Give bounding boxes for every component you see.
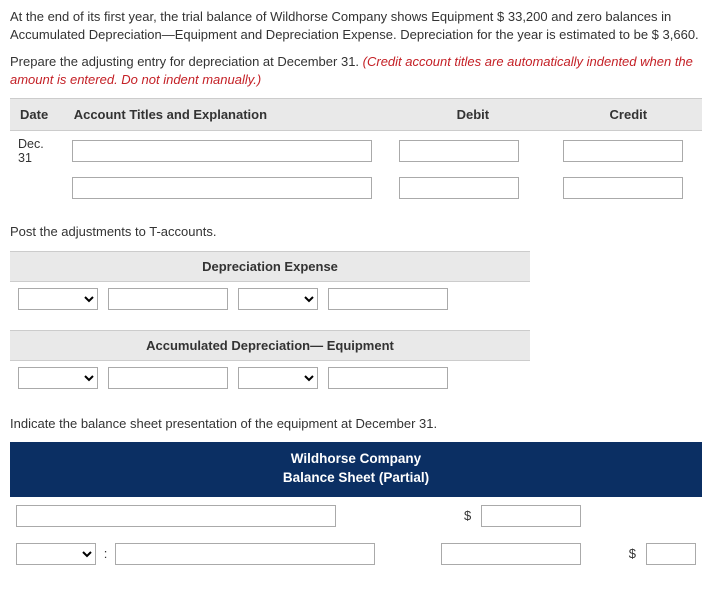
balance-sheet: Wildhorse Company Balance Sheet (Partial… — [10, 442, 702, 572]
bs-dollar-2: $ — [627, 546, 638, 561]
taccount-2: Accumulated Depreciation— Equipment — [10, 330, 530, 395]
je-row-2 — [10, 171, 702, 205]
bs-line2-label-input[interactable] — [115, 543, 374, 565]
taccount-1: Depreciation Expense — [10, 251, 530, 316]
intro-paragraph-2: Prepare the adjusting entry for deprecia… — [10, 53, 702, 88]
taccounts-intro: Post the adjustments to T-accounts. — [10, 223, 702, 241]
taccount-1-title: Depreciation Expense — [10, 251, 530, 282]
taccount-2-left-select[interactable] — [18, 367, 98, 389]
bs-colon: : — [104, 546, 108, 561]
balance-sheet-header: Wildhorse Company Balance Sheet (Partial… — [10, 442, 702, 496]
taccount-1-right-value[interactable] — [328, 288, 448, 310]
je-credit-input-1[interactable] — [563, 140, 683, 162]
taccount-1-right-select[interactable] — [238, 288, 318, 310]
bs-row-2: : $ — [10, 535, 702, 573]
bs-line2-select[interactable] — [16, 543, 96, 565]
bs-header-line1: Wildhorse Company — [10, 450, 702, 468]
taccount-1-left-value[interactable] — [108, 288, 228, 310]
bs-line1-label-input[interactable] — [16, 505, 336, 527]
bs-row-1: $ — [10, 497, 702, 535]
je-debit-input-2[interactable] — [399, 177, 519, 199]
taccount-2-title: Accumulated Depreciation— Equipment — [10, 330, 530, 361]
je-account-input-2[interactable] — [72, 177, 372, 199]
intro-paragraph-1: At the end of its first year, the trial … — [10, 8, 702, 43]
bs-header-line2: Balance Sheet (Partial) — [10, 469, 702, 487]
taccount-2-left-value[interactable] — [108, 367, 228, 389]
je-header-date: Date — [10, 99, 64, 131]
journal-entry-table: Date Account Titles and Explanation Debi… — [10, 98, 702, 205]
je-date-cell: Dec. 31 — [10, 131, 64, 172]
bs-line2-amount2-input[interactable] — [646, 543, 696, 565]
taccount-2-right-value[interactable] — [328, 367, 448, 389]
taccount-2-right-select[interactable] — [238, 367, 318, 389]
intro-para2-plain: Prepare the adjusting entry for deprecia… — [10, 54, 363, 69]
bs-dollar-1: $ — [462, 508, 473, 523]
balance-intro: Indicate the balance sheet presentation … — [10, 415, 702, 433]
bs-line1-amount-input[interactable] — [481, 505, 581, 527]
bs-line2-amount1-input[interactable] — [441, 543, 581, 565]
je-row-1: Dec. 31 — [10, 131, 702, 172]
je-credit-input-2[interactable] — [563, 177, 683, 199]
je-account-input-1[interactable] — [72, 140, 372, 162]
je-header-account: Account Titles and Explanation — [64, 99, 391, 131]
je-header-credit: Credit — [555, 99, 702, 131]
je-header-debit: Debit — [391, 99, 555, 131]
je-debit-input-1[interactable] — [399, 140, 519, 162]
taccount-1-left-select[interactable] — [18, 288, 98, 310]
